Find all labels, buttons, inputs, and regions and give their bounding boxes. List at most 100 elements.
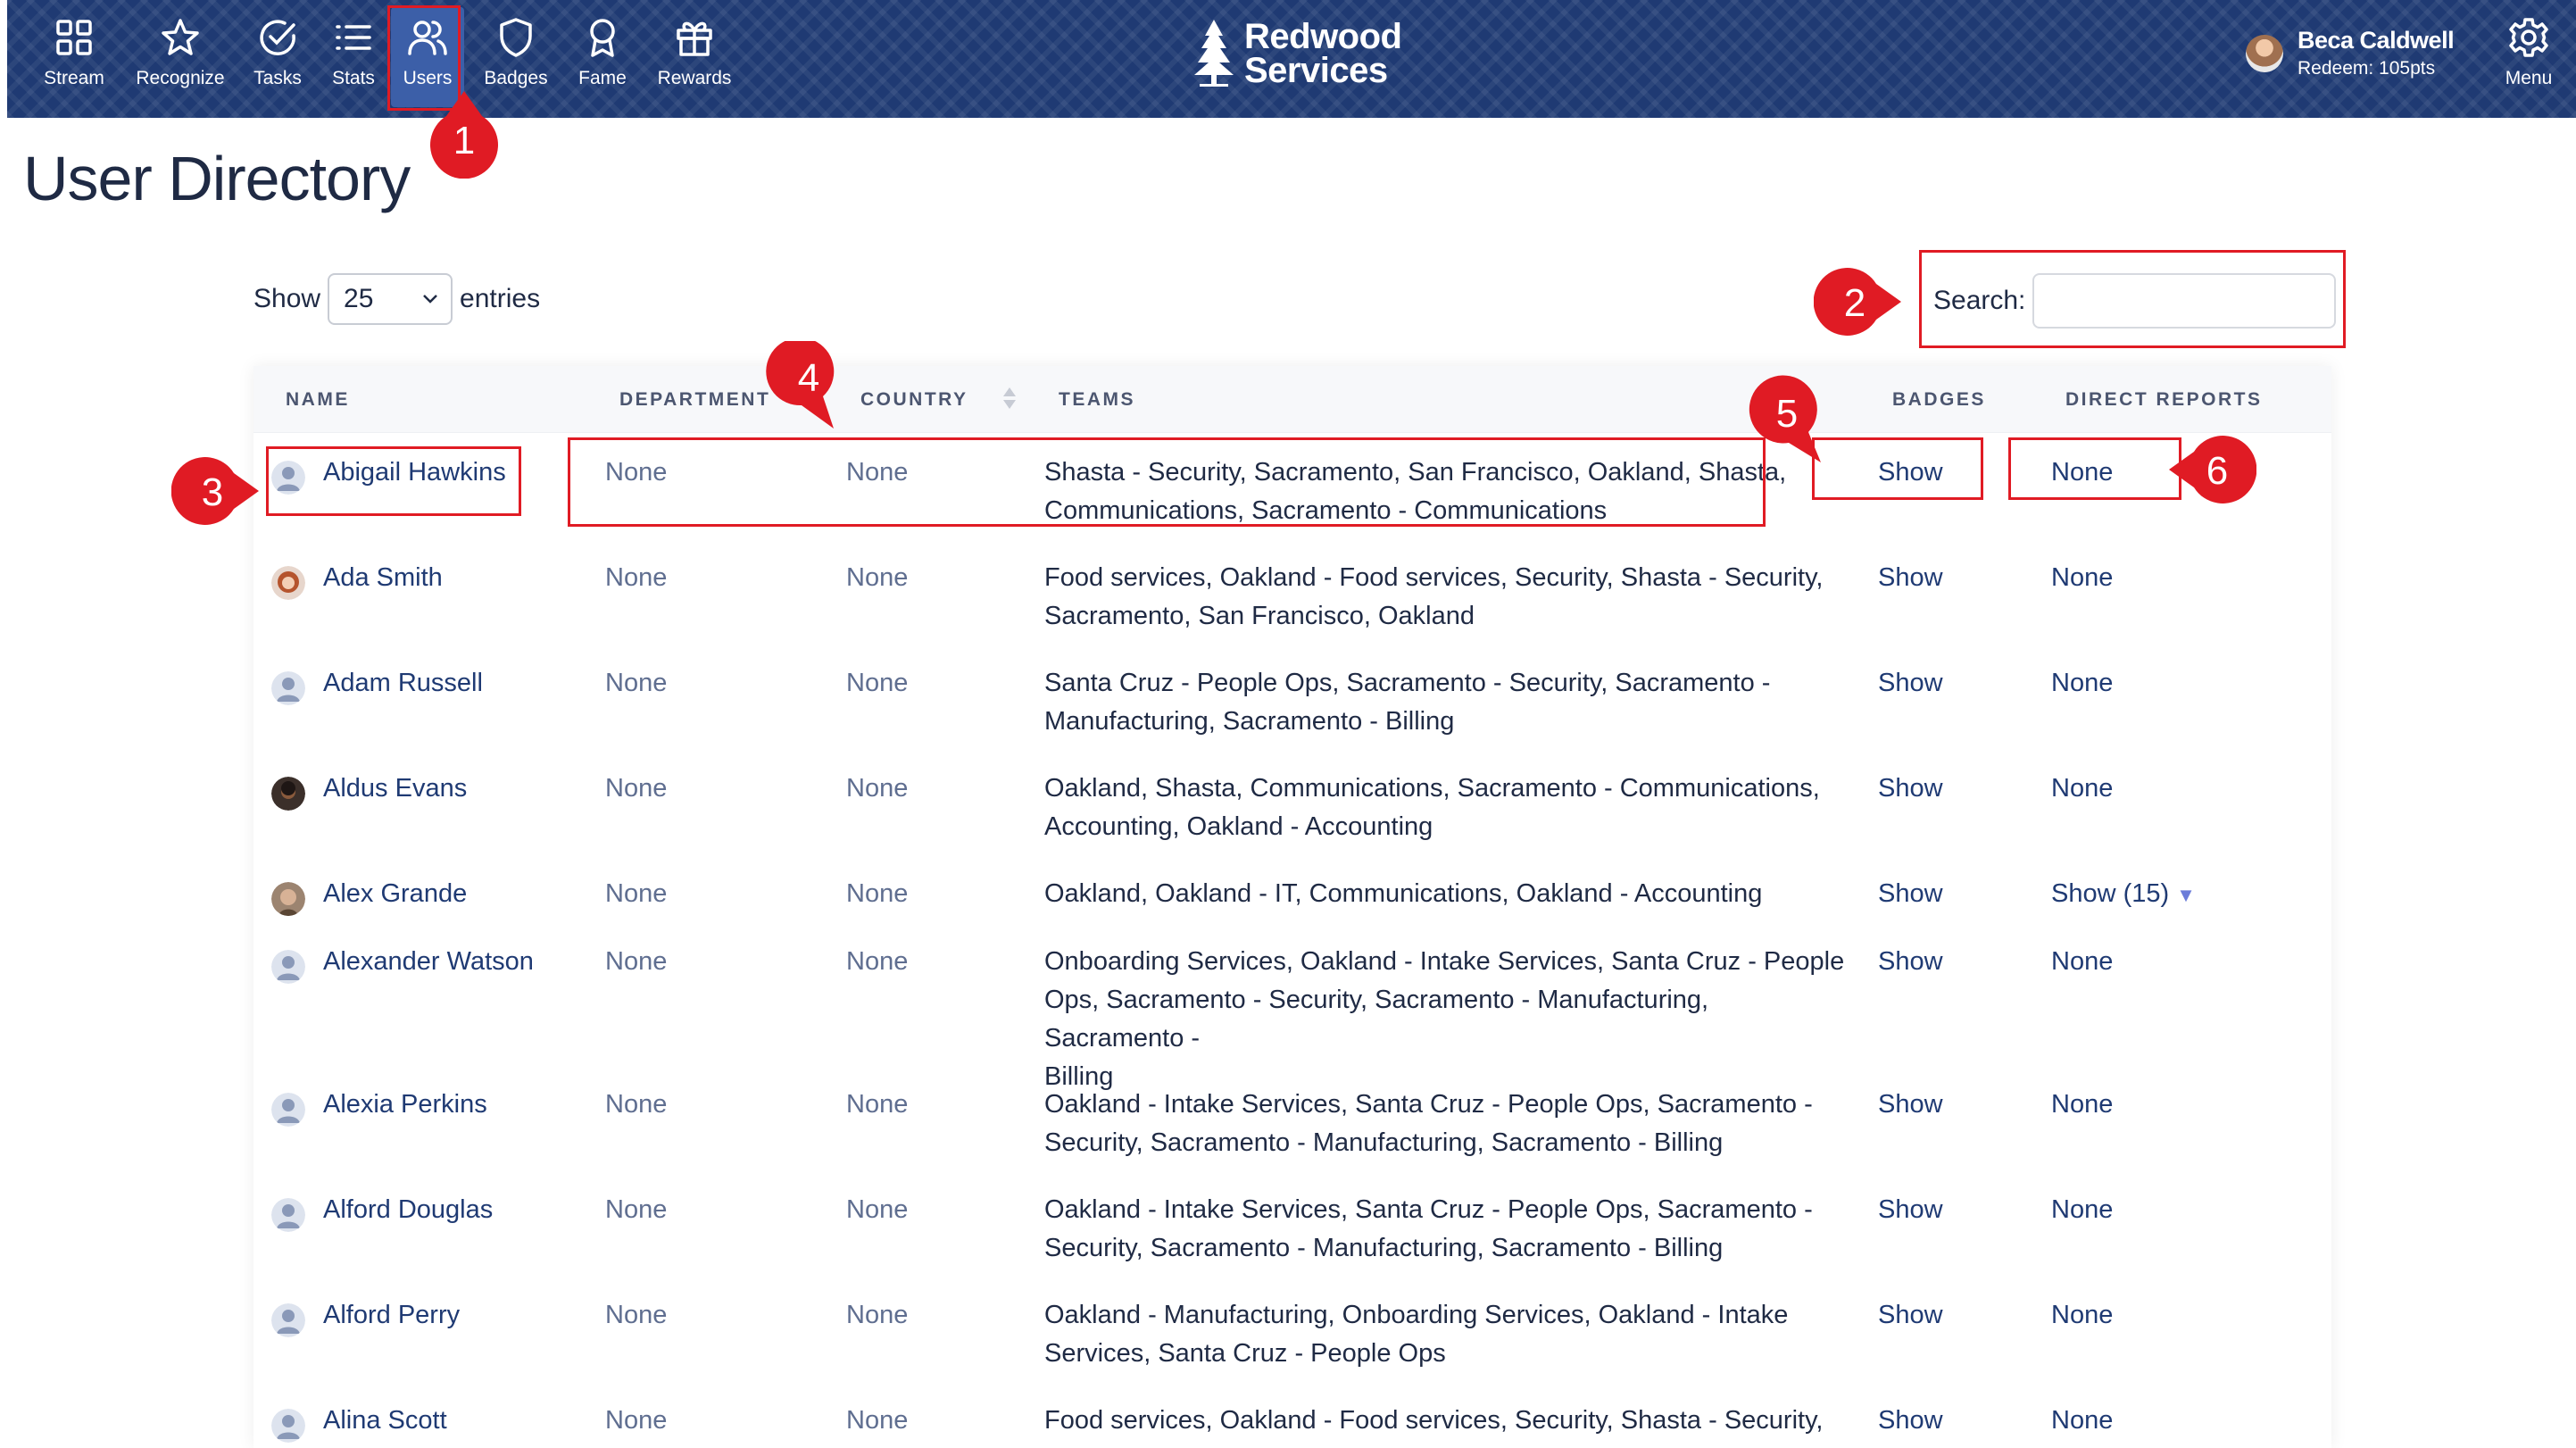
teams-line: Food services, Oakland - Food services, … xyxy=(1044,563,1824,592)
avatar xyxy=(271,777,305,811)
country-value[interactable]: None xyxy=(846,664,908,703)
user-name-link[interactable]: Alford Douglas xyxy=(323,1191,493,1229)
sort-arrows-icon[interactable] xyxy=(1001,386,1018,411)
annotation-marker-5: 5 xyxy=(1749,375,1821,462)
teams-line: Oakland - Intake Services, Santa Cruz - … xyxy=(1044,1195,1813,1224)
country-value[interactable]: None xyxy=(846,875,908,913)
teams-line: Onboarding Services, Oakland - Intake Se… xyxy=(1044,947,1845,976)
badges-show-link[interactable]: Show xyxy=(1878,1402,1943,1440)
badges-show-link[interactable]: Show xyxy=(1878,875,1943,913)
nav-rewards[interactable]: Rewards xyxy=(648,7,741,107)
teams-line: Manufacturing, Sacramento - Billing xyxy=(1044,707,1455,736)
avatar xyxy=(271,1409,305,1443)
nav-stream[interactable]: Stream xyxy=(25,7,123,107)
nav-label: Recognize xyxy=(136,68,225,88)
badges-show-link[interactable]: Show xyxy=(1878,664,1943,703)
nav-label: Menu xyxy=(2505,68,2553,88)
annotation-marker-1: 1 xyxy=(430,91,498,179)
badges-show-link[interactable]: Show xyxy=(1878,1191,1943,1229)
annotation-marker-4: 4 xyxy=(766,341,835,429)
avatar xyxy=(271,882,305,916)
country-value[interactable]: None xyxy=(846,559,908,597)
column-header-direct-reports[interactable]: DIRECT REPORTS xyxy=(2065,389,2263,411)
nav-stats[interactable]: Stats xyxy=(320,7,387,107)
user-name-link[interactable]: Alexander Watson xyxy=(323,943,534,981)
country-value[interactable]: None xyxy=(846,943,908,981)
nav-fame[interactable]: Fame xyxy=(564,7,641,107)
annotation-marker-6: 6 xyxy=(2169,436,2256,503)
teams-value: Santa Cruz - People Ops, Sacramento - Se… xyxy=(1044,664,1848,741)
direct-reports-value: None xyxy=(2051,1195,2114,1224)
marker-label: 4 xyxy=(798,356,819,400)
direct-reports-link[interactable]: None xyxy=(2051,559,2113,597)
direct-reports-link[interactable]: None xyxy=(2051,1402,2113,1440)
badges-show-link[interactable]: Show xyxy=(1878,1086,1943,1124)
direct-reports-link[interactable]: None xyxy=(2051,770,2113,808)
brand-name-line1: Redwood xyxy=(1244,17,1402,56)
user-name-link[interactable]: Alex Grande xyxy=(323,875,467,913)
teams-line: Security, Sacramento - Manufacturing, Sa… xyxy=(1044,1128,1724,1157)
teams-line: Santa Cruz - People Ops, Sacramento - Se… xyxy=(1044,669,1771,697)
nav-menu[interactable]: Menu xyxy=(2489,7,2569,107)
country-value[interactable]: None xyxy=(846,1296,908,1335)
department-value[interactable]: None xyxy=(605,664,667,703)
nav-recognize[interactable]: Recognize xyxy=(129,7,232,107)
badges-show-link[interactable]: Show xyxy=(1878,559,1943,597)
badges-show-link[interactable]: Show xyxy=(1878,1296,1943,1335)
avatar xyxy=(271,566,305,600)
user-name-link[interactable]: Aldus Evans xyxy=(323,770,467,808)
badges-show-link[interactable]: Show xyxy=(1878,770,1943,808)
brand-logo[interactable]: Redwood Services xyxy=(1192,17,1402,90)
department-value[interactable]: None xyxy=(605,875,667,913)
grid-icon xyxy=(56,20,92,55)
department-value[interactable]: None xyxy=(605,1191,667,1229)
column-header-teams[interactable]: TEAMS xyxy=(1059,389,1135,411)
avatar xyxy=(271,1303,305,1337)
direct-reports-link[interactable]: None xyxy=(2051,1086,2113,1124)
department-value[interactable]: None xyxy=(605,559,667,597)
teams-line: Sacramento, San Francisco, Oakland xyxy=(1044,602,1475,630)
brand-name-line2: Services xyxy=(1244,51,1388,90)
column-header-country[interactable]: COUNTRY xyxy=(860,389,968,411)
teams-value: Oakland - Intake Services, Santa Cruz - … xyxy=(1044,1086,1848,1162)
department-value[interactable]: None xyxy=(605,943,667,981)
teams-line: Oakland - Intake Services, Santa Cruz - … xyxy=(1044,1090,1813,1119)
country-value[interactable]: None xyxy=(846,1191,908,1229)
user-name-link[interactable]: Alexia Perkins xyxy=(323,1086,487,1124)
column-header-badges[interactable]: BADGES xyxy=(1892,389,1986,411)
direct-reports-value: None xyxy=(2051,1406,2114,1435)
country-value[interactable]: None xyxy=(846,1402,908,1440)
user-name-link[interactable]: Alina Scott xyxy=(323,1402,447,1440)
nav-tasks[interactable]: Tasks xyxy=(237,7,318,107)
nav-label: Stats xyxy=(332,68,375,88)
show-label: Show xyxy=(253,284,321,313)
current-user[interactable]: Beca Caldwell Redeem: 105pts xyxy=(2246,27,2455,79)
user-avatar xyxy=(2246,34,2283,72)
user-name-link[interactable]: Ada Smith xyxy=(323,559,443,597)
department-value[interactable]: None xyxy=(605,770,667,808)
nav-label: Tasks xyxy=(253,68,302,88)
expand-caret-icon[interactable]: ▼ xyxy=(2176,884,2196,906)
marker-label: 2 xyxy=(1844,281,1866,325)
column-header-name[interactable]: NAME xyxy=(286,389,350,411)
direct-reports-link[interactable]: None xyxy=(2051,664,2113,703)
teams-line: Accounting, Oakland - Accounting xyxy=(1044,812,1433,841)
badges-show-link[interactable]: Show xyxy=(1878,943,1943,981)
entries-select[interactable]: 25 xyxy=(328,273,453,325)
column-header-department[interactable]: DEPARTMENT xyxy=(619,389,770,411)
direct-reports-link[interactable]: Show (15) ▼ xyxy=(2051,875,2196,914)
department-value[interactable]: None xyxy=(605,1086,667,1124)
direct-reports-value: None xyxy=(2051,1090,2114,1119)
user-name-link[interactable]: Adam Russell xyxy=(323,664,483,703)
direct-reports-link[interactable]: None xyxy=(2051,1296,2113,1335)
direct-reports-link[interactable]: None xyxy=(2051,1191,2113,1229)
department-value[interactable]: None xyxy=(605,1402,667,1440)
country-value[interactable]: None xyxy=(846,770,908,808)
country-value[interactable]: None xyxy=(846,1086,908,1124)
direct-reports-link[interactable]: None xyxy=(2051,943,2113,981)
user-redeem-points: Redeem: 105pts xyxy=(2298,58,2436,79)
department-value[interactable]: None xyxy=(605,1296,667,1335)
user-name-link[interactable]: Alford Perry xyxy=(323,1296,460,1335)
teams-value: Food services, Oakland - Food services, … xyxy=(1044,559,1848,636)
annotation-box-details xyxy=(568,437,1766,527)
